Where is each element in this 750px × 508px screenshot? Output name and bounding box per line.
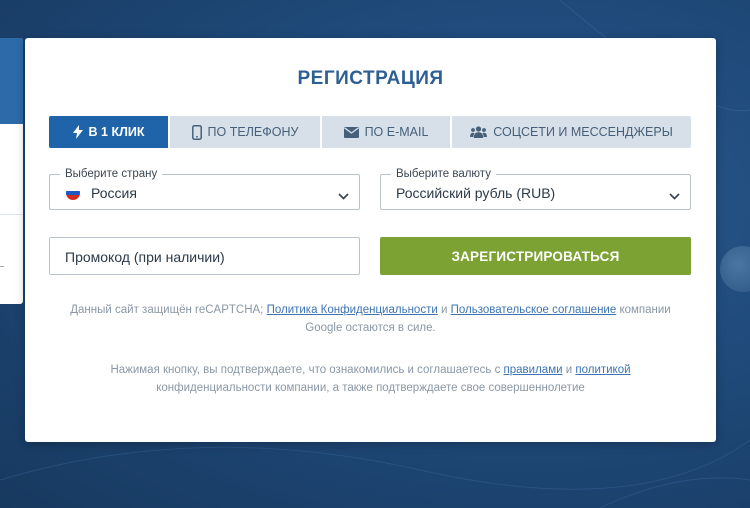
terms-link[interactable]: Пользовательское соглашение <box>451 304 617 316</box>
background-side-panel <box>0 38 23 304</box>
users-icon <box>470 126 488 138</box>
tab-phone[interactable]: ПО ТЕЛЕФОНУ <box>168 116 320 148</box>
side-panel-divider <box>0 214 23 215</box>
privacy-policy-link[interactable]: Политика Конфиденциальности <box>267 304 438 316</box>
chevron-down-icon <box>338 187 349 205</box>
chevron-down-icon <box>669 187 680 205</box>
side-panel-header <box>0 38 23 124</box>
registration-tabs: В 1 КЛИК ПО ТЕЛЕФОНУ ПО E-MAIL СОЦСЕТИ И… <box>49 116 691 148</box>
currency-select-value: Российский рубль (RUB) <box>396 185 556 201</box>
country-select-label: Выберите страну <box>60 167 163 181</box>
consent-text-after: конфиденциальности компании, а также под… <box>156 382 585 394</box>
country-select-value: Россия <box>91 185 137 201</box>
tab-phone-label: ПО ТЕЛЕФОНУ <box>207 125 299 139</box>
consent-text-and: и <box>562 364 576 376</box>
currency-select-label: Выберите валюту <box>391 167 496 181</box>
registration-modal: РЕГИСТРАЦИЯ В 1 КЛИК ПО ТЕЛЕФОНУ ПО E-MA… <box>25 38 716 442</box>
register-button[interactable]: ЗАРЕГИСТРИРОВАТЬСЯ <box>380 237 691 275</box>
rules-link[interactable]: правилами <box>504 364 563 376</box>
background-circle <box>720 246 750 292</box>
side-panel-mark <box>0 266 4 267</box>
phone-icon <box>191 124 202 140</box>
tab-email[interactable]: ПО E-MAIL <box>320 116 450 148</box>
policy-link[interactable]: политикой <box>575 364 630 376</box>
tab-email-label: ПО E-MAIL <box>364 125 429 139</box>
tab-social[interactable]: СОЦСЕТИ И МЕССЕНДЖЕРЫ <box>450 116 691 148</box>
recaptcha-text-and: и <box>437 304 451 316</box>
tab-one-click[interactable]: В 1 КЛИК <box>49 116 168 148</box>
envelope-icon <box>343 126 359 138</box>
recaptcha-notice: Данный сайт защищён reCAPTCHA; Политика … <box>65 301 676 337</box>
russia-flag-icon <box>66 186 80 200</box>
lightning-icon <box>72 125 83 139</box>
country-select[interactable]: Выберите страну Россия <box>49 167 360 210</box>
promo-code-input[interactable]: Промокод (при наличии) <box>49 237 360 275</box>
recaptcha-text-before: Данный сайт защищён reCAPTCHA; <box>70 304 267 316</box>
consent-notice: Нажимая кнопку, вы подтверждаете, что оз… <box>65 361 676 397</box>
currency-select[interactable]: Выберите валюту Российский рубль (RUB) <box>380 167 691 210</box>
tab-social-label: СОЦСЕТИ И МЕССЕНДЖЕРЫ <box>493 125 673 139</box>
promo-code-placeholder: Промокод (при наличии) <box>65 249 225 265</box>
tab-one-click-label: В 1 КЛИК <box>88 125 145 139</box>
consent-text-before: Нажимая кнопку, вы подтверждаете, что оз… <box>110 364 504 376</box>
modal-title: РЕГИСТРАЦИЯ <box>297 68 444 89</box>
